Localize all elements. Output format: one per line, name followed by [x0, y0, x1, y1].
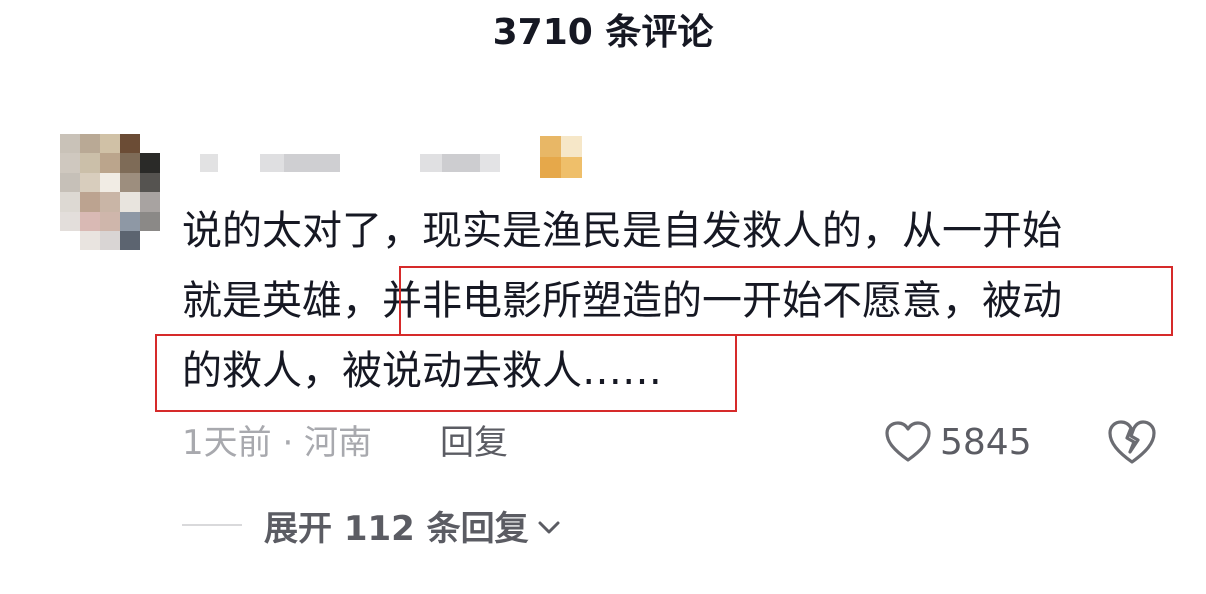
reply-button[interactable]: 回复: [440, 418, 508, 468]
comment-meta: 1天前 · 河南: [182, 423, 373, 463]
heart-outline-icon: [885, 421, 931, 462]
like-button[interactable]: 5845: [884, 414, 1032, 470]
avatar[interactable]: [60, 134, 160, 251]
expand-replies-button[interactable]: 展开 112 条回复: [182, 500, 561, 550]
divider: [182, 524, 242, 526]
expand-replies-label: 展开 112 条回复: [264, 508, 529, 549]
comment-line: 就是英雄，并非电影所塑造的一开始不愿意，被动: [182, 278, 1062, 324]
user-badge-icon: [540, 136, 582, 178]
comment-line: 说的太对了，现实是渔民是自发救人的，从一开始: [182, 208, 1062, 254]
broken-heart-icon[interactable]: [1106, 418, 1158, 466]
chevron-down-icon: [538, 521, 560, 534]
comment-body: 说的太对了，现实是渔民是自发救人的，从一开始 就是英雄，并非电影所塑造的一开始不…: [182, 196, 1172, 406]
page-title: 3710 条评论: [492, 12, 714, 53]
comment-line: 的救人，被说动去救人……: [182, 348, 662, 394]
like-count: 5845: [940, 421, 1032, 463]
